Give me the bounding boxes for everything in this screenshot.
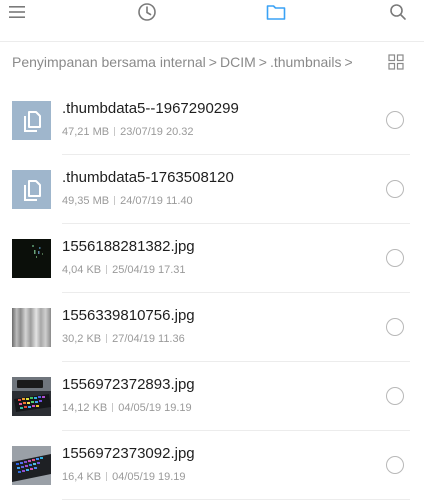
files-tab[interactable] <box>261 0 291 24</box>
breadcrumb-bar: Penyimpanan bersama internal > DCIM > .t… <box>0 41 424 86</box>
menu-icon <box>9 6 25 18</box>
document-icon <box>12 170 51 209</box>
file-date: 27/04/19 11.36 <box>112 333 185 345</box>
file-meta: 47,21 MB 23/07/19 20.32 <box>62 126 194 138</box>
search-button[interactable] <box>383 0 413 24</box>
list-item[interactable]: 1556188281382.jpg 4,04 KB 25/04/19 17.31 <box>0 224 424 293</box>
file-size: 4,04 KB <box>62 264 102 276</box>
breadcrumb-internal-storage[interactable]: Penyimpanan bersama internal <box>12 54 206 70</box>
select-radio[interactable] <box>386 318 404 336</box>
menu-button[interactable] <box>2 0 32 24</box>
grid-view-button[interactable] <box>388 54 406 72</box>
top-toolbar <box>0 0 424 26</box>
document-icon <box>12 101 51 140</box>
file-meta: 49,35 MB 24/07/19 11.40 <box>62 195 193 207</box>
select-radio[interactable] <box>386 111 404 129</box>
search-icon <box>390 4 406 20</box>
recent-tab[interactable] <box>132 0 162 24</box>
list-item[interactable]: 1556972372893.jpg 14,12 KB 04/05/19 19.19 <box>0 362 424 431</box>
file-date: 04/05/19 19.19 <box>118 402 192 414</box>
breadcrumb: Penyimpanan bersama internal > DCIM > .t… <box>12 54 356 70</box>
file-meta: 14,12 KB 04/05/19 19.19 <box>62 402 192 414</box>
file-date: 25/04/19 17.31 <box>112 264 186 276</box>
file-meta: 30,2 KB 27/04/19 11.36 <box>62 333 185 345</box>
file-meta: 16,4 KB 04/05/19 19.19 <box>62 471 186 483</box>
file-size: 30,2 KB <box>62 333 102 345</box>
list-item[interactable]: 1556339810756.jpg 30,2 KB 27/04/19 11.36 <box>0 293 424 362</box>
breadcrumb-thumbnails[interactable]: .thumbnails <box>270 54 342 70</box>
file-meta: 4,04 KB 25/04/19 17.31 <box>62 264 186 276</box>
file-date: 24/07/19 11.40 <box>120 195 193 207</box>
list-item[interactable]: .thumbdata5--1967290299 47,21 MB 23/07/19… <box>0 86 424 155</box>
file-size: 47,21 MB <box>62 126 110 138</box>
select-radio[interactable] <box>386 249 404 267</box>
file-name: 1556972372893.jpg <box>62 376 195 393</box>
file-size: 49,35 MB <box>62 195 110 207</box>
list-item[interactable]: 1556972373092.jpg 16,4 KB 04/05/19 19.19 <box>0 431 424 500</box>
select-radio[interactable] <box>386 456 404 474</box>
select-radio[interactable] <box>386 180 404 198</box>
grey-image-thumbnail <box>12 308 51 347</box>
breadcrumb-separator: > <box>258 54 267 70</box>
breadcrumb-separator: > <box>208 54 217 70</box>
file-name: 1556339810756.jpg <box>62 307 195 324</box>
file-name: .thumbdata5--1967290299 <box>62 100 239 117</box>
list-item[interactable]: .thumbdata5-1763508120 49,35 MB 24/07/19 … <box>0 155 424 224</box>
file-date: 23/07/19 20.32 <box>120 126 194 138</box>
file-size: 16,4 KB <box>62 471 102 483</box>
file-date: 04/05/19 19.19 <box>112 471 186 483</box>
breadcrumb-separator: > <box>344 54 353 70</box>
select-radio[interactable] <box>386 387 404 405</box>
keyboard-image-thumbnail <box>12 377 51 416</box>
file-name: .thumbdata5-1763508120 <box>62 169 234 186</box>
dark-image-thumbnail <box>12 239 51 278</box>
recent-clock-icon <box>138 3 156 21</box>
file-name: 1556188281382.jpg <box>62 238 195 255</box>
file-name: 1556972373092.jpg <box>62 445 195 462</box>
keyboard-image-thumbnail <box>12 446 51 485</box>
breadcrumb-dcim[interactable]: DCIM <box>220 54 256 70</box>
folder-icon <box>266 5 286 20</box>
file-size: 14,12 KB <box>62 402 108 414</box>
grid-view-icon <box>388 54 404 70</box>
